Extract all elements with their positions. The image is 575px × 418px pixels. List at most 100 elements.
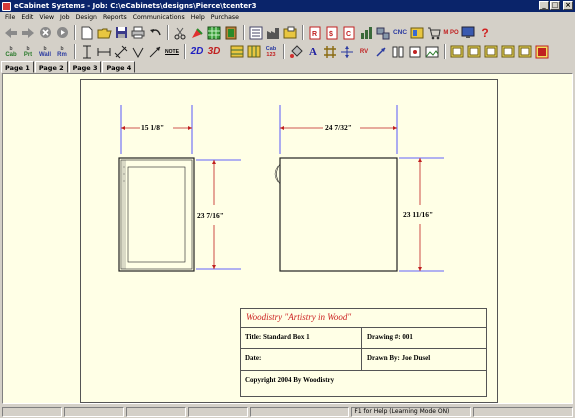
side-view [274, 105, 444, 272]
toolbar-separator [243, 25, 245, 40]
tab-page-4[interactable]: Page 4 [102, 61, 136, 73]
report-doc-icon[interactable]: R [307, 25, 323, 41]
help-icon[interactable]: ? [477, 25, 493, 41]
note-button[interactable]: NOTE [164, 44, 180, 60]
factory-icon[interactable] [265, 25, 281, 41]
view-3d-button[interactable]: 3D [206, 44, 222, 60]
menu-view[interactable]: View [36, 14, 57, 21]
angle-dimension-icon[interactable] [130, 44, 146, 60]
view-2d-button[interactable]: 2D [189, 44, 205, 60]
toolbar-separator [74, 25, 76, 40]
menu-help[interactable]: Help [188, 14, 208, 21]
menu-communications[interactable]: Communications [130, 14, 188, 21]
tab-page-2[interactable]: Page 2 [34, 61, 68, 73]
cabinet-numbering-button[interactable]: Cab 123 [263, 44, 279, 60]
print-icon[interactable] [130, 25, 146, 41]
paint-bucket-icon[interactable] [288, 44, 304, 60]
page-tabs: Page 1 Page 2 Page 3 Page 4 [1, 61, 136, 73]
leader-line-icon[interactable] [147, 44, 163, 60]
toolbar-separator [74, 44, 76, 59]
status-panel-4 [187, 406, 248, 417]
save-icon[interactable] [113, 25, 129, 41]
forward-arrow-icon[interactable] [20, 25, 36, 41]
monitor-icon[interactable] [460, 25, 476, 41]
grid-icon[interactable] [322, 44, 338, 60]
door-style-icon[interactable] [223, 25, 239, 41]
undo-icon[interactable] [147, 25, 163, 41]
cabinet-type-6-icon[interactable] [534, 44, 550, 60]
elevation-view-icon[interactable] [229, 44, 245, 60]
view-3d-label: 3D [207, 46, 221, 57]
dimension-arrows-icon[interactable] [339, 44, 355, 60]
cabinet-type-1-icon[interactable] [449, 44, 465, 60]
menu-file[interactable]: File [2, 14, 18, 21]
reveal-button[interactable]: RV [356, 44, 372, 60]
hinge-icon[interactable] [407, 44, 423, 60]
add-room-button[interactable]: b Rm [54, 44, 70, 60]
add-cabinet-button[interactable]: b Cab [3, 44, 19, 60]
chart-icon[interactable] [358, 25, 374, 41]
diagonal-dimension-icon[interactable] [113, 44, 129, 60]
front-view [118, 105, 241, 272]
scissors-icon[interactable] [172, 25, 188, 41]
cnc-icon[interactable]: CNC [392, 25, 408, 41]
spreadsheet-doc-icon[interactable]: $ [324, 25, 340, 41]
hardware-icon[interactable] [390, 44, 406, 60]
network-icon[interactable] [375, 25, 391, 41]
menu-purchase[interactable]: Purchase [208, 14, 242, 21]
text-tool-button[interactable]: A [305, 44, 321, 60]
cabinet-type-5-icon[interactable] [517, 44, 533, 60]
help-glyph: ? [481, 25, 489, 40]
mpo-label: M PO [443, 29, 459, 36]
cutlist-doc-icon[interactable]: C [341, 25, 357, 41]
status-panel-3 [125, 406, 186, 417]
menu-design[interactable]: Design [73, 14, 100, 21]
cabinet-type-3-icon[interactable] [483, 44, 499, 60]
tab-page-3[interactable]: Page 3 [68, 61, 102, 73]
side-depth-label: 24 7/32" [325, 123, 352, 132]
drawing-canvas[interactable]: 15 1/8" 23 7/16" 24 7/32" 23 11/16" Wood… [2, 73, 573, 404]
open-folder-icon[interactable] [96, 25, 112, 41]
menu-edit[interactable]: Edit [18, 14, 36, 21]
menu-job[interactable]: Job [57, 14, 73, 21]
menu-bar: File Edit View Job Design Reports Commun… [0, 12, 575, 23]
svg-text:C: C [346, 31, 351, 38]
purchase-cart-icon[interactable] [426, 25, 442, 41]
minimize-button[interactable]: _ [539, 1, 549, 10]
rotate-icon[interactable] [373, 44, 389, 60]
app-icon [2, 1, 11, 11]
drawn-by: Drawn By: Joe Dusel [367, 354, 431, 362]
plan-view-icon[interactable] [246, 44, 262, 60]
tab-page-1[interactable]: Page 1 [1, 61, 34, 73]
refresh-icon[interactable] [54, 25, 70, 41]
maximize-button[interactable]: □ [550, 1, 560, 10]
new-file-icon[interactable] [79, 25, 95, 41]
title-block: Woodistry "Artistry in Wood" Title: Stan… [240, 308, 487, 397]
back-arrow-icon[interactable] [3, 25, 19, 41]
add-wall-button[interactable]: b Wall [37, 44, 53, 60]
title-block-divider [241, 327, 486, 328]
folder-tree-icon[interactable] [282, 25, 298, 41]
nest-icon[interactable] [409, 25, 425, 41]
reveal-label: RV [359, 48, 369, 55]
toolbar-separator [302, 25, 304, 40]
drawing-date: Date: [245, 354, 262, 362]
stop-icon[interactable] [37, 25, 53, 41]
front-height-label: 23 7/16" [197, 211, 224, 220]
paint-icon[interactable] [189, 25, 205, 41]
add-part-button[interactable]: b Prt [20, 44, 36, 60]
materials-icon[interactable] [206, 25, 222, 41]
view-2d-label: 2D [190, 46, 204, 57]
horizontal-dimension-icon[interactable] [96, 44, 112, 60]
mpo-icon[interactable]: M PO [443, 25, 459, 41]
menu-reports[interactable]: Reports [100, 14, 130, 21]
toolbar-separator [184, 44, 186, 59]
cabinet-type-2-icon[interactable] [466, 44, 482, 60]
cabinet-type-4-icon[interactable] [500, 44, 516, 60]
toolbar-separator [167, 25, 169, 40]
vertical-dimension-icon[interactable] [79, 44, 95, 60]
text-tool-label: A [309, 45, 317, 58]
cabinet-list-icon[interactable] [248, 25, 264, 41]
close-button[interactable]: × [563, 1, 573, 10]
image-icon[interactable] [424, 44, 440, 60]
